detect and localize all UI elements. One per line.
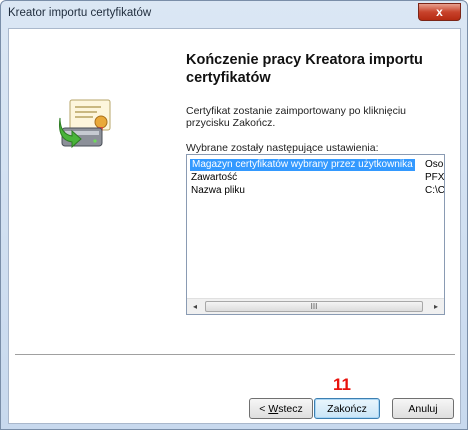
setting-value: C:\Ce [425, 185, 445, 196]
scroll-right-icon[interactable]: ▸ [428, 299, 444, 314]
finish-button-label: Zakończ [327, 402, 367, 415]
settings-row[interactable]: Zawartość PFX [187, 172, 444, 184]
scroll-left-icon[interactable]: ◂ [187, 299, 203, 314]
setting-name: Zawartość [191, 172, 238, 183]
cancel-button-label: Anuluj [408, 402, 438, 415]
page-title: Kończenie pracy Kreatora importu certyfi… [186, 52, 423, 86]
back-button-prefix: < [259, 402, 269, 415]
back-button[interactable]: < Wstecz [249, 398, 313, 419]
settings-row[interactable]: Magazyn certyfikatów wybrany przez użytk… [187, 159, 444, 171]
back-button-mnemonic: W [268, 402, 279, 415]
setting-value: Osob [425, 159, 444, 170]
settings-label: Wybrane zostały następujące ustawienia: [186, 142, 379, 154]
description-text: Certyfikat zostanie zaimportowany po kli… [186, 105, 407, 129]
scroll-thumb[interactable]: III [205, 301, 423, 312]
cancel-button[interactable]: Anuluj [392, 398, 454, 419]
wizard-window: Kreator importu certyfikatów x Kończenie… [0, 0, 468, 430]
wizard-content: Kończenie pracy Kreatora importu certyfi… [8, 28, 461, 424]
back-button-label: stecz [278, 402, 303, 415]
setting-name: Magazyn certyfikatów wybrany przez użytk… [190, 159, 415, 171]
window-title: Kreator importu certyfikatów [8, 7, 152, 19]
close-button[interactable]: x [418, 3, 461, 21]
horizontal-scrollbar[interactable]: ◂ III ▸ [187, 298, 444, 314]
title-bar: Kreator importu certyfikatów x [1, 1, 467, 27]
settings-row[interactable]: Nazwa pliku C:\Ce [187, 185, 444, 197]
setting-name: Nazwa pliku [191, 185, 245, 196]
wizard-side-panel [9, 29, 170, 369]
step-annotation: 11 [333, 375, 351, 394]
setting-value: PFX [425, 172, 445, 183]
certificate-import-icon [59, 99, 111, 149]
button-separator [15, 354, 455, 356]
finish-button[interactable]: Zakończ [314, 398, 380, 419]
settings-list[interactable]: Magazyn certyfikatów wybrany przez użytk… [186, 154, 445, 315]
close-icon: x [436, 5, 443, 19]
